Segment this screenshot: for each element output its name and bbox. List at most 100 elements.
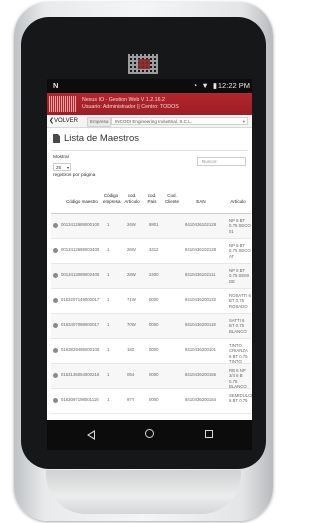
col-header-cliente[interactable]: Cod. Cliente: [164, 193, 180, 204]
cell-codigo: 0163829489000100: [61, 347, 100, 352]
expand-row-icon[interactable]: [53, 348, 58, 353]
table-row[interactable]: 0013412689003400 1 26W 3412 8410436102128 NP …: [51, 239, 251, 264]
cell-articulo: 26W: [127, 222, 136, 227]
subbar: ❮VOLVER Empresa INCODI Engineering Indus…: [47, 115, 252, 128]
cell-codigo: 0163097198001116: [61, 397, 99, 402]
col-header-codigo[interactable]: Código maestro: [65, 199, 99, 205]
col-header-ean[interactable]: EAN: [191, 199, 211, 205]
table-row[interactable]: 0163097198001116 1 97Y 0000 8410436200154 SEM…: [51, 389, 252, 414]
status-icons: ◔ ▼ ▮: [192, 81, 218, 90]
cell-articulo: 97Y: [127, 397, 135, 402]
cell-codigo: 0013412689003400: [61, 247, 100, 252]
document-icon: [53, 134, 60, 143]
nav-recents-icon[interactable]: [205, 430, 213, 438]
cell-pais: 0000: [149, 397, 159, 402]
table-row[interactable]: 0163135054000216 1 054 0000 8410436200156 RB …: [51, 364, 251, 389]
cell-desc: RB 6 NP 3/4 6 B 0.75 BLANCO: [229, 368, 247, 389]
cell-articulo: 70W: [127, 322, 136, 327]
cell-pais: 0000: [149, 372, 159, 377]
col-header-empresa[interactable]: Código empresa: [103, 193, 121, 204]
cell-codigo: 0163135054000216: [61, 372, 100, 377]
cell-ean: 8410436200118: [185, 322, 216, 327]
cell-codigo: 0163207149000017: [61, 297, 100, 302]
expand-row-icon[interactable]: [53, 223, 58, 228]
cell-ean: 8410436200132: [185, 297, 217, 302]
nav-home-icon[interactable]: [145, 429, 154, 438]
back-label: VOLVER: [54, 118, 78, 124]
expand-row-icon[interactable]: [53, 273, 58, 278]
cell-pais: 2400: [149, 272, 159, 277]
table-row[interactable]: 0013412689000100 1 26W 8801 8410436102128 NP …: [51, 214, 251, 239]
status-bar: N ◔ ▼ ▮ 12:22 PM: [47, 79, 252, 93]
divider: [51, 150, 248, 151]
cell-articulo: 26W: [127, 247, 136, 252]
back-button[interactable]: ❮VOLVER: [49, 117, 78, 124]
show-label: Mostrar: [53, 155, 70, 160]
cell-empresa: 1: [107, 347, 110, 352]
expand-row-icon[interactable]: [53, 373, 58, 378]
chevron-down-icon: ▾: [242, 119, 245, 124]
company-label: Empresa: [87, 117, 112, 127]
cell-desc: TINTO CRIANZA 6 BT 0.75 TINTO: [229, 343, 248, 364]
app-header: Nexus IO - Gestion Web V 1.2.16.2 Usuari…: [47, 93, 252, 115]
nav-bar: [47, 420, 252, 450]
device-chin: [46, 470, 241, 514]
cell-desc: NP 6 BT 0.75 SEMI DE: [229, 268, 250, 284]
cell-articulo: 054: [127, 372, 135, 377]
cell-codigo: 0013413089002400: [61, 272, 100, 277]
app-screen: Nexus IO - Gestion Web V 1.2.16.2 Usuari…: [47, 93, 252, 420]
cell-articulo: 182: [127, 347, 135, 352]
col-header-desc[interactable]: Artículo: [227, 199, 249, 205]
expand-row-icon[interactable]: [53, 323, 58, 328]
nav-back-icon[interactable]: [87, 430, 95, 440]
cell-pais: 0000: [149, 347, 159, 352]
table-row[interactable]: 0163407089000017 1 70W 0000 8410436200118 SAT…: [51, 314, 251, 339]
cell-pais: 0000: [149, 297, 159, 302]
cell-ean: 8410436102128: [185, 247, 217, 252]
device-logo-icon: [128, 54, 158, 74]
cell-empresa: 1: [107, 372, 110, 377]
cell-pais: 0000: [149, 322, 159, 327]
carrier-icon: N: [53, 81, 59, 90]
masters-table: Código maestro Código empresa cod. Artíc…: [51, 189, 252, 414]
cell-empresa: 1: [107, 322, 110, 327]
table-header: Código maestro Código empresa cod. Artíc…: [51, 189, 251, 214]
cell-articulo: 28W: [127, 272, 136, 277]
cell-desc: SEMIDULCE 6 BT 0.75: [229, 393, 252, 404]
search-input[interactable]: Buscar:: [197, 157, 246, 166]
chevron-down-icon: ▾: [66, 165, 69, 170]
per-page-label: registros por página: [53, 173, 96, 178]
user-info: Usuario: Administrador || Centro: TODOS: [82, 104, 179, 110]
expand-row-icon[interactable]: [53, 248, 58, 253]
page-title: Lista de Maestros: [64, 133, 139, 144]
page-size-select[interactable]: 25 ▾: [53, 163, 71, 171]
col-header-articulo[interactable]: cod. Artículo: [123, 193, 141, 204]
expand-row-icon[interactable]: [53, 298, 58, 303]
cell-desc: NP 6 BT 0.75 SECO 01: [229, 218, 251, 234]
app-title: Nexus IO - Gestion Web V 1.2.16.2: [82, 97, 165, 103]
cell-empresa: 1: [107, 247, 110, 252]
cell-ean: 8410436200101: [185, 347, 217, 352]
page-size-value: 25: [56, 165, 62, 170]
search-placeholder: Buscar:: [202, 159, 218, 164]
expand-row-icon[interactable]: [53, 398, 58, 403]
cell-articulo: 71W: [127, 297, 136, 302]
cell-empresa: 1: [107, 397, 110, 402]
cell-desc: SATTI 6 BT 0.75 BLANCO: [229, 318, 247, 334]
cell-ean: 8410436102128: [185, 222, 217, 227]
table-row[interactable]: 0163207149000017 1 71W 0000 8410436200132 ROS…: [51, 289, 251, 314]
cell-ean: 8410436200156: [185, 372, 217, 377]
col-header-pais[interactable]: cod. País: [145, 193, 159, 204]
table-row[interactable]: 0163829489000100 1 182 0000 8410436200101 TIN…: [51, 339, 251, 364]
company-value: INCODI Engineering Industrial, S.C.L.: [115, 119, 193, 124]
cell-desc: NP 6 BT 0.75 SECO AT: [229, 243, 251, 259]
cell-desc: ROSATTI 6 BT 0.75 ROSADO: [229, 293, 251, 309]
cell-empresa: 1: [107, 272, 110, 277]
status-time: 12:22 PM: [217, 81, 250, 90]
table-row[interactable]: 0013413089002400 1 28W 2400 8410436102111 NP …: [51, 264, 251, 289]
cell-ean: 8410436200154: [185, 397, 217, 402]
cell-empresa: 1: [107, 222, 110, 227]
company-select[interactable]: INCODI Engineering Industrial, S.C.L. ▾: [111, 117, 248, 125]
cell-pais: 3412: [149, 247, 159, 252]
cell-codigo: 0163407089000017: [61, 322, 100, 327]
